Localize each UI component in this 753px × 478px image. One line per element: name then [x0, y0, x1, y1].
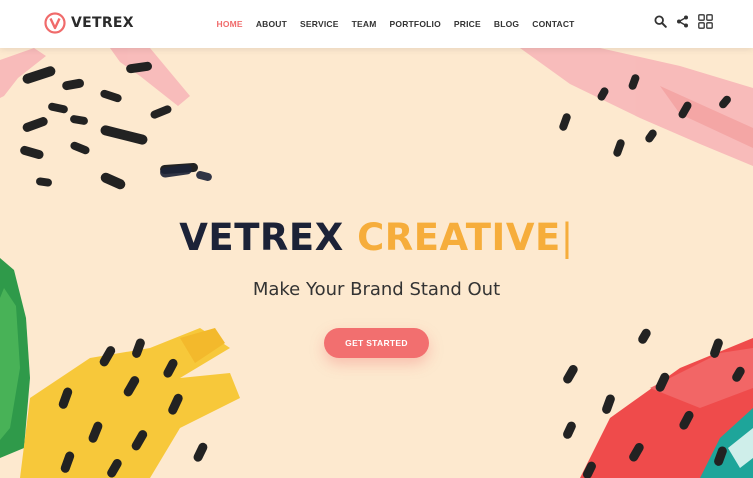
nav-team[interactable]: TEAM: [352, 19, 377, 29]
brand-name: VETREX: [71, 15, 134, 31]
hero-section: VETREX CREATIVE| Make Your Brand Stand O…: [0, 48, 753, 478]
hero-subtitle: Make Your Brand Stand Out: [252, 279, 501, 300]
headline-typed-word: CREATIVE: [357, 216, 561, 259]
nav-blog[interactable]: BLOG: [494, 19, 519, 29]
nav-portfolio[interactable]: PORTFOLIO: [390, 19, 441, 29]
grid-menu-icon[interactable]: [698, 14, 713, 29]
main-nav: HOME ABOUT SERVICE TEAM PORTFOLIO PRICE …: [210, 0, 581, 48]
header-actions: [645, 14, 713, 29]
search-icon[interactable]: [654, 15, 667, 28]
brush-stroke-artwork: [0, 48, 753, 478]
typing-cursor: |: [560, 216, 574, 259]
hero-headline: VETREX CREATIVE|: [0, 216, 753, 259]
site-header: VETREX HOME ABOUT SERVICE TEAM PORTFOLIO…: [0, 0, 753, 48]
get-started-button[interactable]: GET STARTED: [324, 328, 429, 358]
v-logo-icon: [44, 12, 66, 34]
nav-home[interactable]: HOME: [217, 19, 243, 29]
nav-contact[interactable]: CONTACT: [532, 19, 574, 29]
logo[interactable]: VETREX: [44, 12, 134, 34]
nav-service[interactable]: SERVICE: [300, 19, 339, 29]
share-icon[interactable]: [676, 15, 689, 28]
nav-price[interactable]: PRICE: [454, 19, 481, 29]
headline-brand-word: VETREX: [179, 216, 344, 259]
nav-about[interactable]: ABOUT: [256, 19, 287, 29]
